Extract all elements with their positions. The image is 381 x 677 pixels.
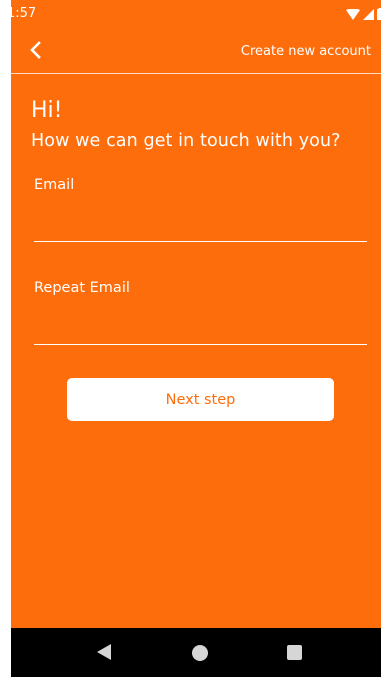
next-step-button[interactable]: Next step xyxy=(67,378,334,421)
app-screen: 1:57 Create new account Hi! How we can g… xyxy=(11,0,381,677)
topbar-title: Create new account xyxy=(240,44,371,59)
chevron-left-icon xyxy=(30,41,41,59)
repeat-email-field[interactable] xyxy=(34,318,367,345)
back-triangle-icon[interactable] xyxy=(97,644,111,660)
subtitle: How we can get in touch with you? xyxy=(31,131,341,151)
back-button[interactable] xyxy=(27,38,47,62)
recent-square-icon[interactable] xyxy=(287,645,302,660)
cellular-icon xyxy=(363,8,374,20)
status-icons xyxy=(346,8,381,20)
greeting-heading: Hi! xyxy=(31,98,63,123)
home-circle-icon[interactable] xyxy=(192,645,208,661)
wifi-icon xyxy=(346,8,360,20)
email-field[interactable] xyxy=(34,215,367,242)
email-label: Email xyxy=(34,177,75,193)
top-app-bar: Create new account xyxy=(11,26,381,74)
status-time: 1:57 xyxy=(11,6,37,21)
status-bar: 1:57 xyxy=(11,0,381,26)
topbar-divider xyxy=(11,73,381,74)
system-navigation-bar xyxy=(11,628,381,677)
battery-icon xyxy=(377,8,381,20)
repeat-email-label: Repeat Email xyxy=(34,280,130,296)
